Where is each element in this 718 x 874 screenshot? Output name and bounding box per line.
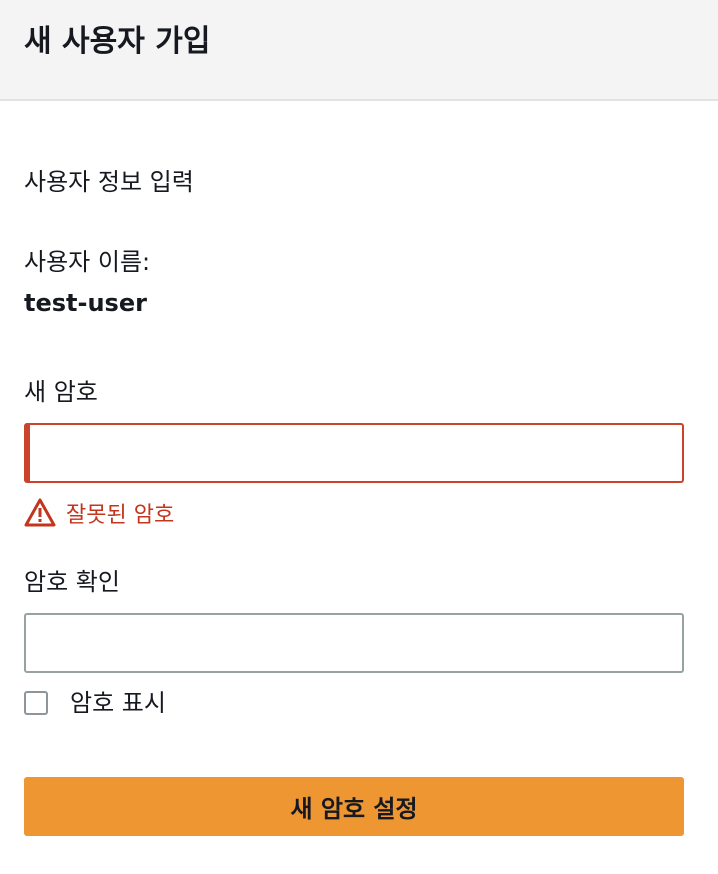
show-password-row[interactable]: 암호 표시 (24, 686, 166, 720)
page-title: 새 사용자 가입 (24, 24, 211, 59)
error-message: 잘못된 암호 (66, 503, 175, 528)
section-title: 사용자 정보 입력 (24, 168, 194, 196)
password-error: 잘못된 암호 (24, 496, 174, 530)
page-header: 새 사용자 가입 (0, 0, 718, 101)
show-password-label[interactable]: 암호 표시 (70, 687, 166, 719)
show-password-checkbox[interactable] (24, 691, 48, 715)
confirm-password-field[interactable] (24, 613, 684, 673)
confirm-password-label: 암호 확인 (24, 568, 120, 596)
set-new-password-button[interactable]: 새 암호 설정 (24, 777, 684, 836)
username-value: test-user (24, 289, 147, 317)
new-password-input[interactable] (30, 425, 682, 481)
new-password-label: 새 암호 (24, 378, 98, 406)
confirm-password-input[interactable] (26, 615, 682, 671)
new-password-field[interactable] (24, 423, 684, 483)
username-label: 사용자 이름: (24, 248, 151, 276)
warning-triangle-icon (24, 498, 56, 527)
